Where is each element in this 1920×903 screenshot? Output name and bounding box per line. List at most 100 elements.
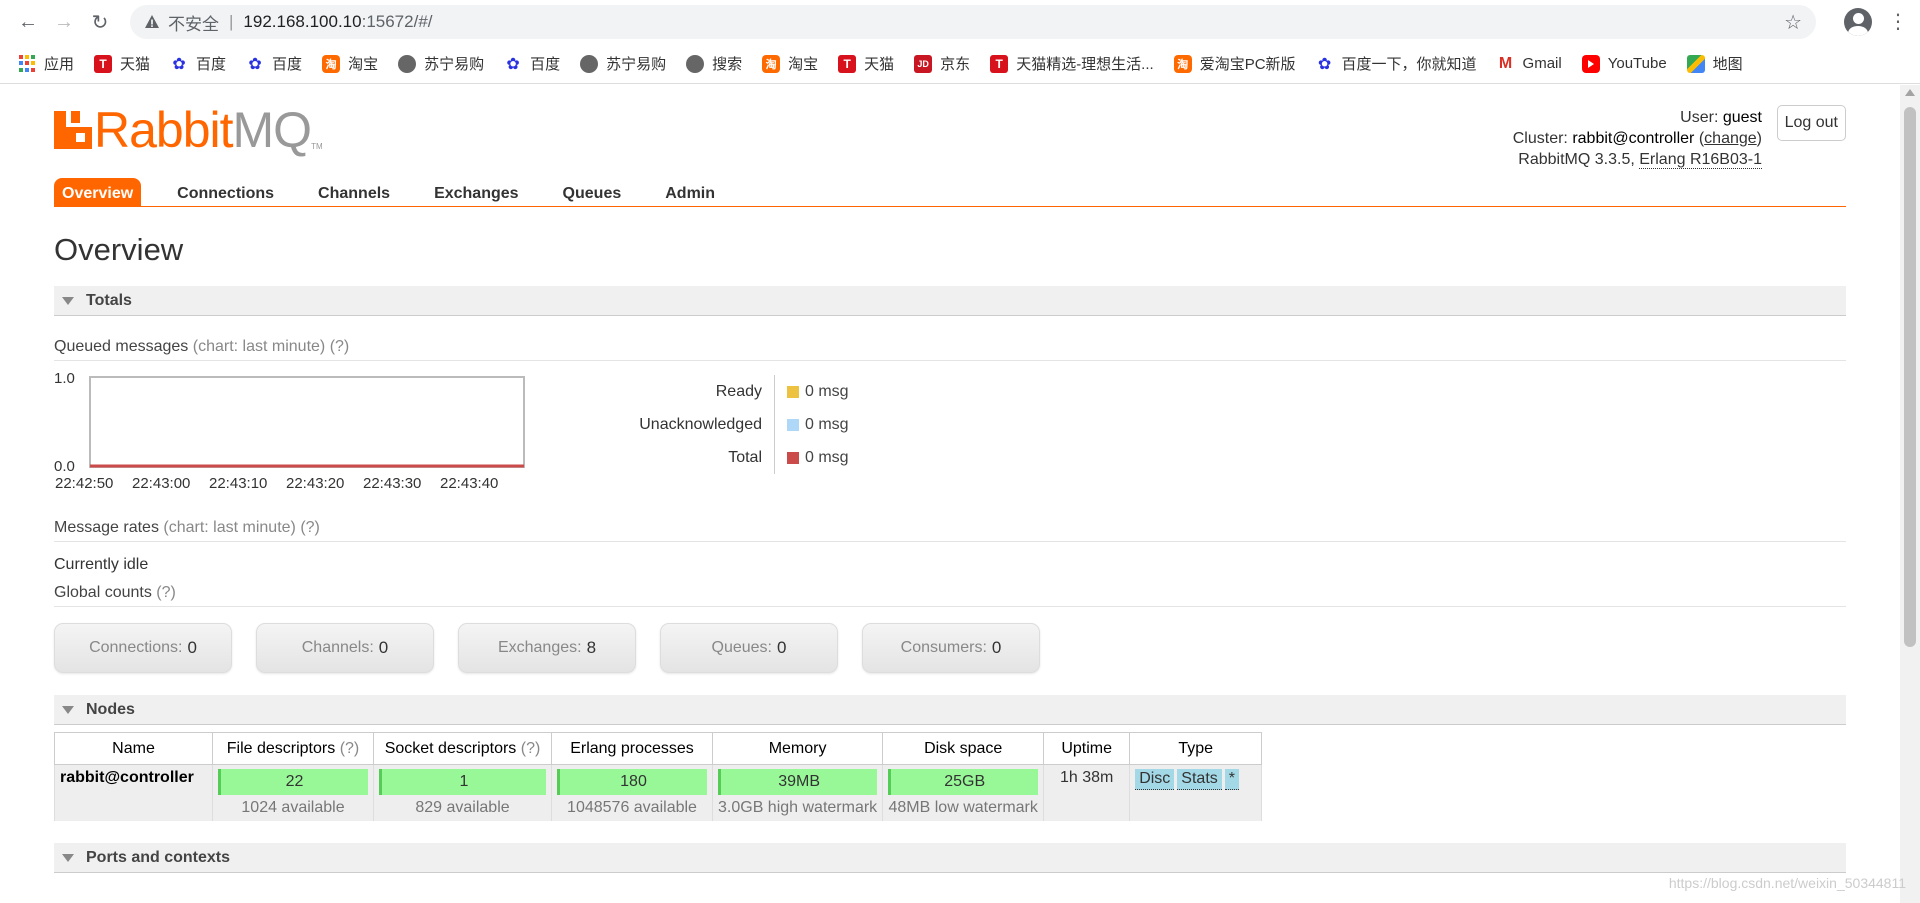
global-count-button[interactable]: Queues: 0 [660,623,838,673]
col-type: Type [1129,732,1263,765]
url-host[interactable]: 192.168.100.10 [243,12,361,32]
global-count-button[interactable]: Connections: 0 [54,623,232,673]
bookmark-item[interactable]: M Gmail [1497,55,1562,73]
bookmark-label: 苏宁易购 [606,56,667,73]
reload-icon[interactable]: ↻ [82,4,118,40]
x-tick-label: 22:43:10 [209,475,267,489]
legend-row: Ready 0 msg [604,375,849,408]
queued-messages-label: Queued messages [54,338,189,355]
tab-channels[interactable]: Channels [310,178,398,206]
scroll-up-arrow-icon[interactable] [1905,89,1915,96]
legend-swatch [787,418,799,431]
bookmark-label: 地图 [1712,56,1743,73]
global-count-button[interactable]: Channels: 0 [256,623,434,673]
help-link[interactable]: (?) [330,338,350,355]
back-arrow-icon[interactable]: ← [10,4,46,40]
version-text: RabbitMQ 3.3.5, [1518,151,1635,168]
legend-label: Ready [715,382,762,400]
global-count-label: Queues: [711,639,772,656]
global-count-label: Exchanges: [497,639,582,656]
legend-label: Total [728,448,762,466]
page-viewport: Rabbit MQ TM User: guest Cluster: rabbit@c… [0,85,1900,903]
change-cluster-link[interactable]: change [1704,130,1757,147]
bookmark-item[interactable]: T 天猫 [838,53,894,74]
browser-toolbar: ← → ↻ 不安全 | 192.168.100.10:15672/#/ ☆ ⋮ [0,0,1920,44]
bookmark-item[interactable]: 苏宁易购 [580,53,666,74]
jd-icon: JD [914,54,933,73]
maps-icon [1686,54,1705,73]
global-count-value: 0 [991,638,1002,657]
address-bar[interactable]: 不安全 | 192.168.100.10:15672/#/ ☆ [130,5,1816,39]
bookmark-item[interactable]: ✿ 百度 [246,53,302,74]
url-separator: | [229,12,234,31]
logout-button[interactable]: Log out [1776,105,1846,141]
chart-range-link[interactable]: (chart: last minute) [193,338,325,355]
apps-grid-icon [18,54,36,73]
type-badge-disc[interactable]: Disc [1135,769,1175,790]
url-path[interactable]: :15672/#/ [362,12,433,32]
legend-swatch [787,385,799,398]
bookmark-item[interactable]: 淘淘宝 [762,53,818,74]
bookmark-star-icon[interactable]: ☆ [1784,10,1802,35]
cluster-name: rabbit@controller [1572,130,1695,147]
type-badge-star[interactable]: * [1224,769,1239,790]
security-label[interactable]: 不安全 [168,10,219,35]
bookmark-item[interactable]: 应用 [18,53,74,74]
totals-section-toggle[interactable]: Totals [54,286,1846,316]
tab-connections[interactable]: Connections [169,178,282,206]
help-link[interactable]: (?) [300,519,320,536]
chart-legend: Ready 0 msg Unacknowledged 0 msg Total 0 msg [604,375,849,474]
help-link[interactable]: (?) [521,740,541,757]
ports-section-toggle[interactable]: Ports and contexts [54,843,1846,873]
bookmark-item[interactable]: 苏宁易购 [398,53,484,74]
erlang-version[interactable]: Erlang R16B03-1 [1639,151,1762,169]
tab-admin[interactable]: Admin [657,178,723,206]
erlang-processes-bar: 180 [557,769,707,795]
tab-exchanges[interactable]: Exchanges [426,178,526,206]
rabbitmq-logo[interactable]: Rabbit MQ TM [54,105,323,155]
bookmark-label: 搜索 [712,56,743,73]
bookmark-item[interactable]: JD 京东 [914,53,970,74]
socket-descriptors-available: 829 available [415,799,510,816]
tab-overview[interactable]: Overview [54,178,142,206]
bookmark-item[interactable]: ✿ 百度 [504,53,560,74]
bookmark-item[interactable]: 地图 [1686,53,1743,74]
tab-queues[interactable]: Queues [555,178,630,206]
baidu-paw-icon: ✿ [172,55,186,73]
bookmark-item[interactable]: YouTube [1581,54,1667,73]
bookmarks-bar: 应用 T 天猫 ✿ 百度 ✿ 百度淘淘宝 苏宁易购 ✿ 百度 苏宁易购 搜索淘淘宝 T 天猫 JD 京东 T 天猫… [0,44,1920,84]
forward-arrow-icon[interactable]: → [46,4,82,40]
collapse-triangle-icon [62,296,74,305]
globe-icon [398,54,417,73]
global-count-button[interactable]: Exchanges: 8 [458,623,636,673]
y-tick-label: 0.0 [54,458,75,475]
browser-menu-icon[interactable]: ⋮ [1886,12,1910,32]
bookmark-item[interactable]: 搜索 [686,53,742,74]
bookmark-item[interactable]: T 天猫精选-理想生活... [990,53,1154,74]
chart-plot-frame [89,376,525,468]
profile-avatar-icon[interactable] [1844,8,1872,36]
type-badge-stats[interactable]: Stats [1177,769,1222,790]
global-count-button[interactable]: Consumers: 0 [862,623,1040,673]
bookmark-item[interactable]: 淘淘宝 [322,53,378,74]
scroll-thumb[interactable] [1904,107,1916,647]
col-memory: Memory [711,732,884,765]
help-link[interactable]: (?) [156,584,176,601]
bookmark-label: 应用 [44,56,75,73]
bookmark-item[interactable]: ✿ 百度一下，你就知道 [1316,53,1477,74]
legend-value: 0 msg [805,448,849,466]
page-scrollbar[interactable] [1900,85,1920,903]
bookmark-item[interactable]: ✿ 百度 [170,53,226,74]
baidu-paw-icon: ✿ [506,55,520,73]
global-counts-label: Global counts [54,584,152,601]
bookmark-item[interactable]: 淘爱淘宝PC新版 [1173,53,1296,74]
chart-range-link[interactable]: (chart: last minute) [163,519,295,536]
help-link[interactable]: (?) [340,740,360,757]
legend-row: Total 0 msg [604,441,849,474]
bookmark-item[interactable]: T 天猫 [94,53,150,74]
socket-descriptors-cell: 1 829 available [373,764,552,821]
nodes-section-toggle[interactable]: Nodes [54,695,1846,725]
node-name[interactable]: rabbit@controller [54,764,213,821]
legend-value: 0 msg [805,415,849,433]
x-tick-label: 22:43:20 [286,475,344,489]
